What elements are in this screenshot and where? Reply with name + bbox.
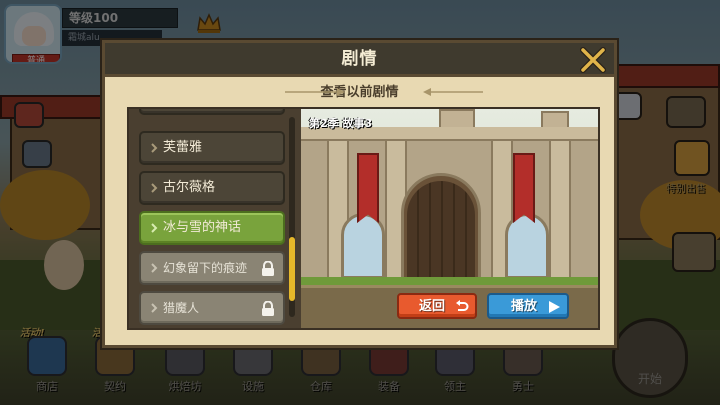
ornament-left-icon [285,88,345,96]
story-dialog: 剧情 查看以前剧情 芙蕾雅 古尔薇格 冰与雪的神话 幻象留下的痕迹 猎魔人 第2… [102,40,617,348]
back-button[interactable]: 返回 [397,293,477,319]
list-scrollbar[interactable] [289,117,295,317]
dialog-title: 剧情 [341,49,378,69]
story-item-ice-snow-myth[interactable]: 冰与雪的神话 [139,211,285,245]
play-icon [549,301,560,313]
story-item-demon-hunter[interactable]: 猎魔人 [139,291,285,325]
red-banner [357,153,379,223]
lock-icon [262,261,274,276]
dialog-subheader: 查看以前剧情 [105,81,614,103]
story-item-illusion-traces[interactable]: 幻象留下的痕迹 [139,251,285,285]
list-item-partial[interactable] [139,109,285,115]
lock-icon [262,301,274,316]
scrollbar-thumb[interactable] [289,237,295,301]
season-episode-label: 第2季 故事3 [309,117,373,130]
story-preview: 第2季 故事3 返回 播放 [301,109,598,328]
chevron-right-icon [151,223,158,233]
chevron-right-icon [151,183,158,193]
story-list[interactable]: 芙蕾雅 古尔薇格 冰与雪的神话 幻象留下的痕迹 猎魔人 [135,109,287,328]
dialog-header: 剧情 [105,43,614,77]
story-item-freya[interactable]: 芙蕾雅 [139,131,285,165]
ornament-right-icon [423,88,483,96]
chevron-right-icon [151,303,158,313]
castle-window [505,213,549,279]
close-icon[interactable] [578,45,608,75]
dialog-content: 芙蕾雅 古尔薇格 冰与雪的神话 幻象留下的痕迹 猎魔人 第2季 故事3 返回 播… [127,107,600,330]
castle-window [341,213,385,279]
play-button[interactable]: 播放 [487,293,569,319]
undo-icon [456,300,469,311]
chevron-right-icon [151,263,158,273]
chevron-right-icon [151,143,158,153]
red-banner [513,153,535,223]
story-item-gullveig[interactable]: 古尔薇格 [139,171,285,205]
